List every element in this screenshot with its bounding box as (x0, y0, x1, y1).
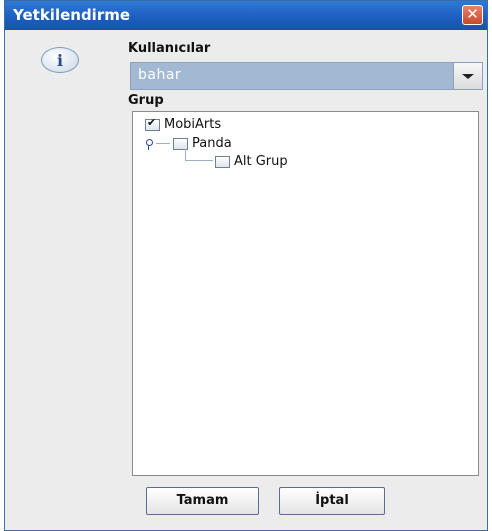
title-bar: Yetkilendirme ✕ (5, 1, 487, 30)
tree-node-label: Alt Grup (234, 154, 288, 169)
tree-node-label: MobiArts (164, 117, 222, 132)
checkbox-unchecked[interactable] (173, 137, 188, 150)
info-icon: i (41, 47, 79, 73)
tree-node-alt-grup[interactable]: Alt Grup (215, 154, 288, 169)
cancel-button[interactable]: İptal (279, 487, 385, 515)
tree-node-label: Panda (192, 136, 232, 151)
tree-node-mobiarts[interactable]: MobiArts (145, 116, 222, 132)
tree-connector-line (156, 143, 170, 144)
users-combobox[interactable]: bahar (130, 62, 483, 90)
chevron-down-icon[interactable] (453, 63, 482, 89)
group-label: Grup (128, 93, 164, 108)
users-label: Kullanıcılar (128, 41, 211, 56)
tree-node-panda[interactable]: Panda (173, 136, 232, 151)
group-tree[interactable]: MobiArts Panda Alt Grup (132, 111, 479, 476)
ok-button[interactable]: Tamam (146, 487, 259, 515)
window-title: Yetkilendirme (13, 6, 131, 24)
expand-toggle-icon[interactable] (144, 139, 154, 150)
tree-connector-line (185, 160, 213, 161)
authorization-dialog: Yetkilendirme ✕ i Kullanıcılar bahar Gru… (4, 0, 488, 531)
users-selected-value: bahar (138, 67, 182, 83)
close-icon: ✕ (466, 5, 479, 23)
checkbox-unchecked[interactable] (215, 155, 230, 168)
checkbox-checked[interactable] (145, 116, 160, 131)
close-button[interactable]: ✕ (462, 5, 483, 25)
